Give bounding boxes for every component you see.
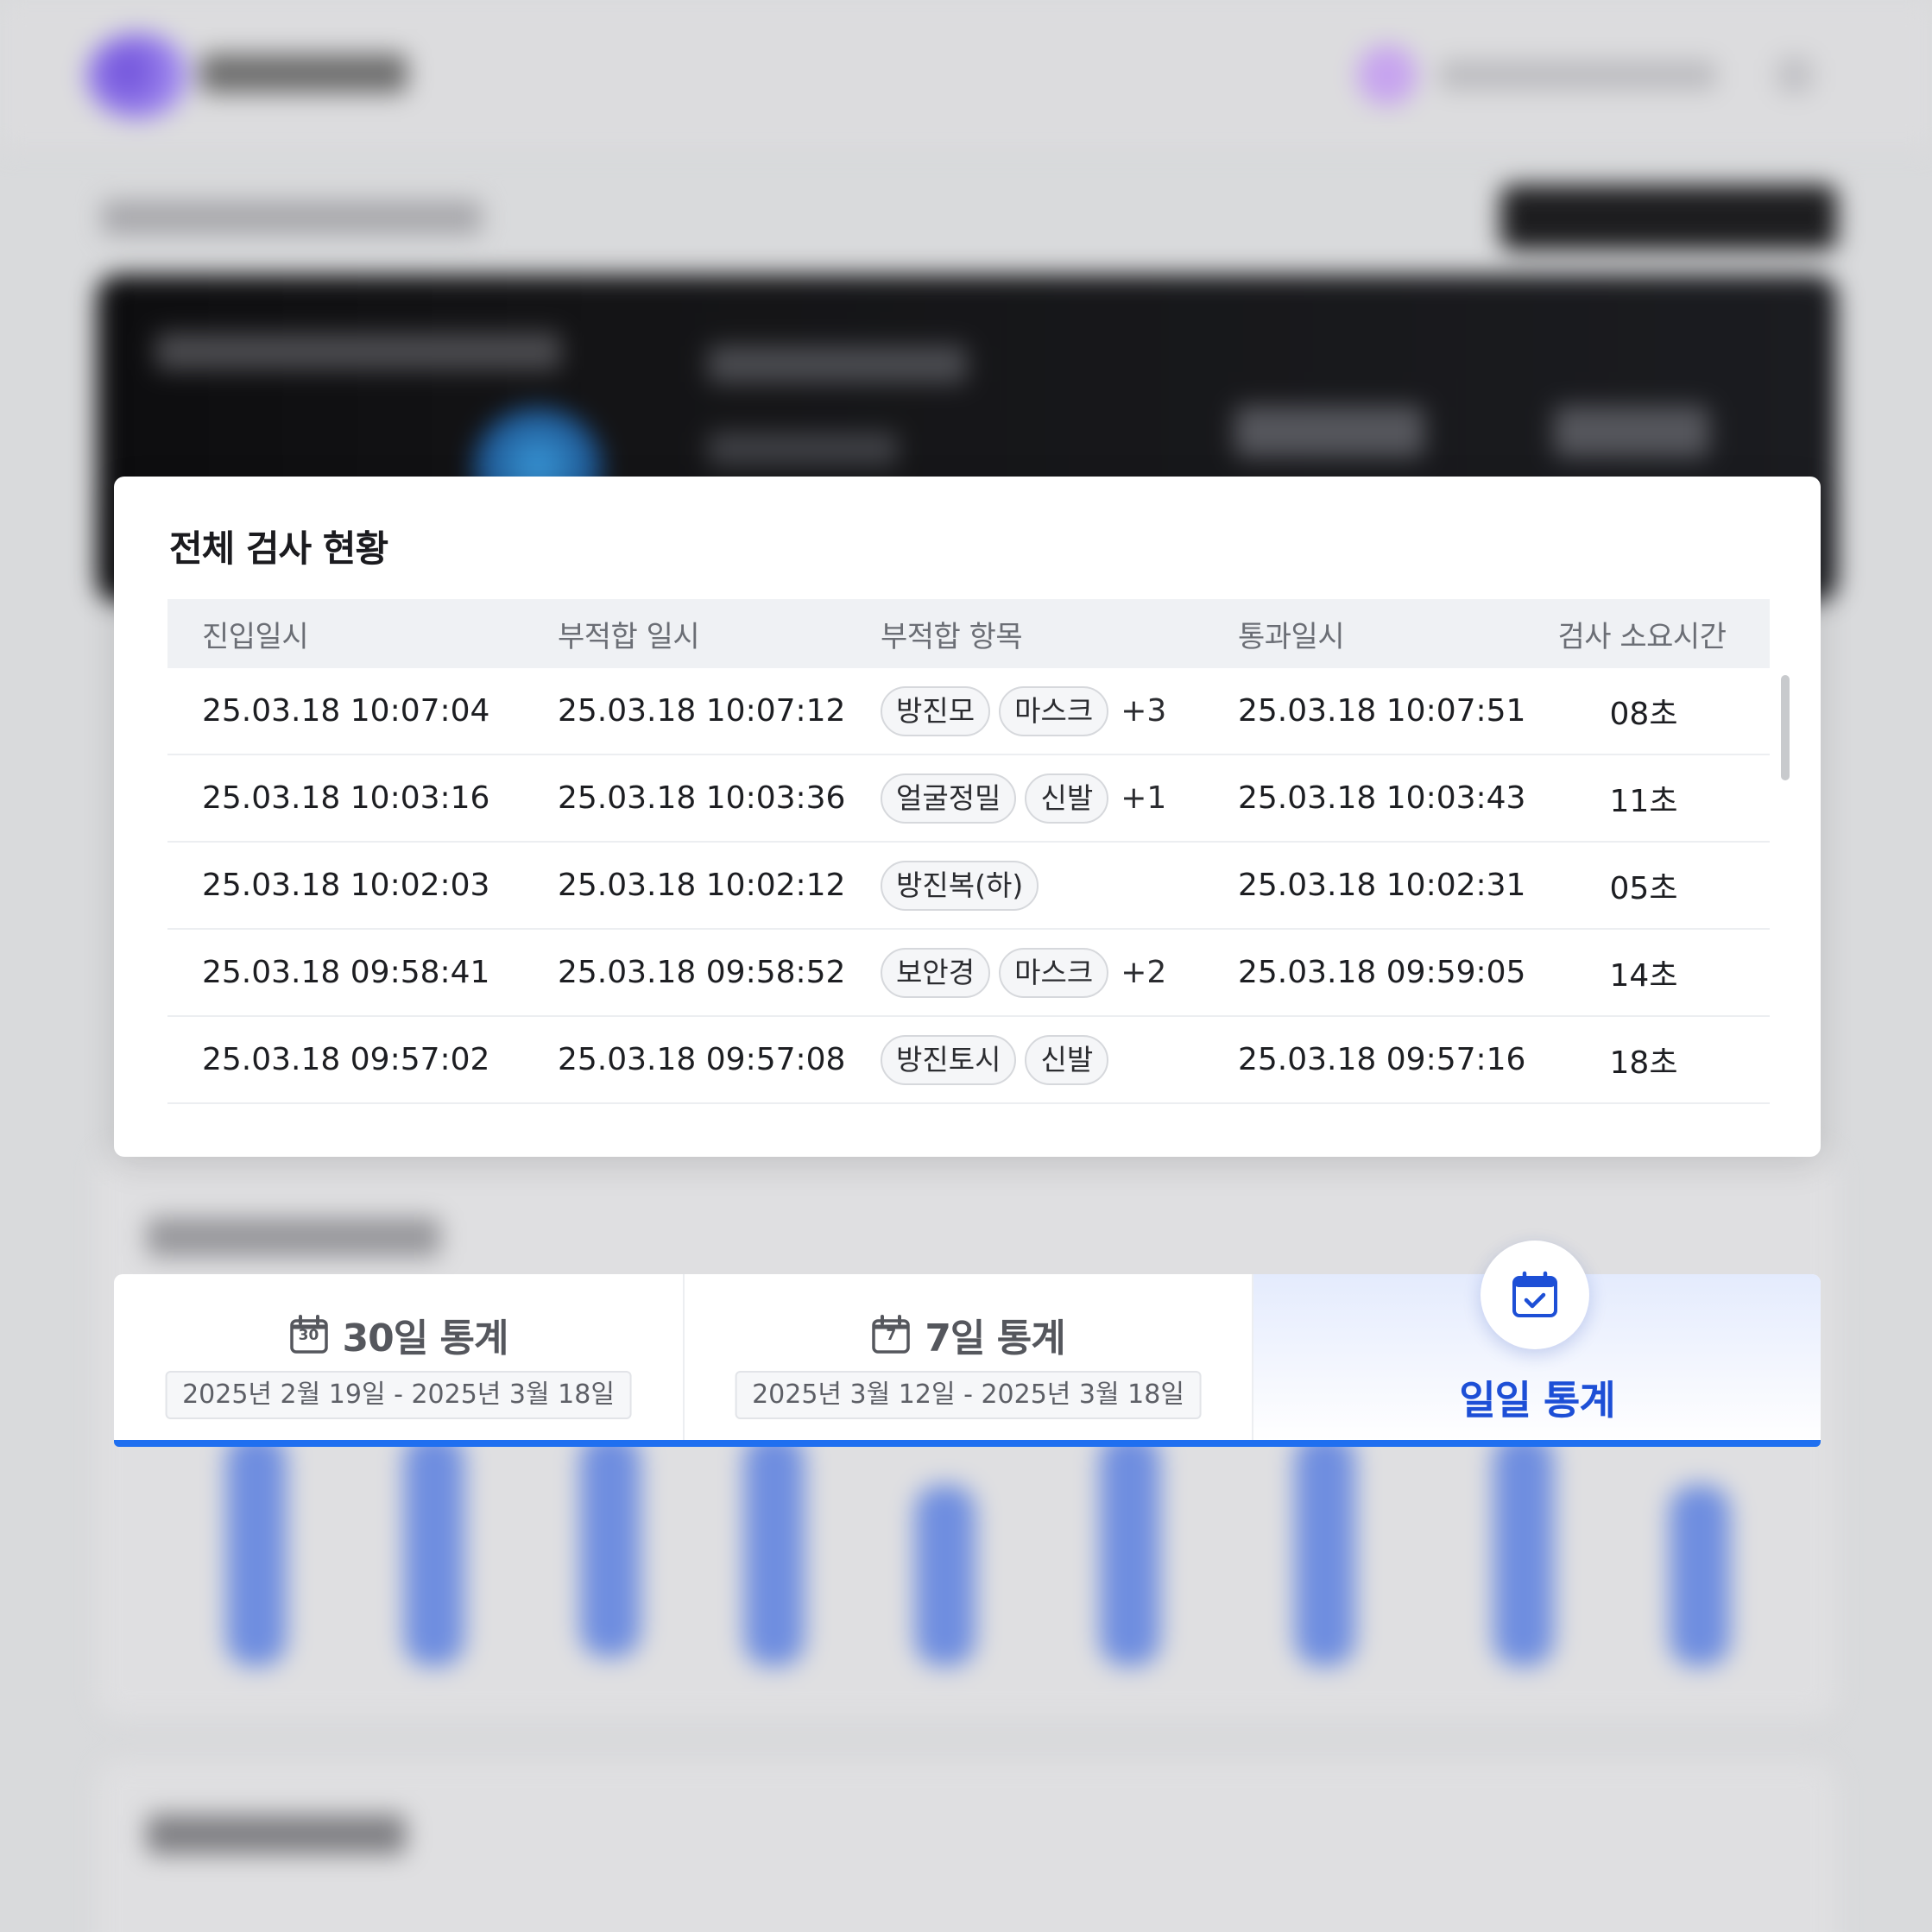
more-items-count[interactable]: +2	[1121, 955, 1166, 990]
fail-item-chip[interactable]: 방진모	[881, 685, 991, 736]
inspection-status-card: 전체 검사 현황 진입일시 부적합 일시 부적합 항목 통과일시 검사 소요시간…	[114, 477, 1821, 1157]
duration: 05초	[1609, 870, 1678, 906]
pass-time: 25.03.18 10:07:51	[1238, 693, 1526, 729]
logo	[86, 33, 190, 119]
pass-time: 25.03.18 09:57:16	[1238, 1042, 1526, 1077]
fail-time: 25.03.18 10:02:12	[558, 868, 846, 903]
logo-text-placeholder	[200, 54, 407, 93]
summary-subtitle-placeholder	[708, 345, 967, 383]
pass-time: 25.03.18 10:03:43	[1238, 780, 1526, 816]
pass-time: 25.03.18 09:59:05	[1238, 955, 1526, 990]
fail-items: 보안경 마스크 +2	[881, 947, 1166, 998]
card-title: 전체 검사 현황	[169, 527, 388, 570]
table-row[interactable]: 25.03.18 10:03:16 25.03.18 10:03:36 얼굴정밀…	[167, 755, 1770, 843]
fail-item-chip[interactable]: 신발	[1025, 1034, 1109, 1085]
duration: 08초	[1609, 696, 1678, 732]
fail-item-chip[interactable]: 얼굴정밀	[881, 773, 1017, 824]
tab-label-active: 일일 통계	[1459, 1377, 1615, 1424]
bottom-card-title-placeholder	[147, 1815, 406, 1854]
entry-time: 25.03.18 10:02:03	[202, 868, 490, 903]
tab-7-day-stats[interactable]: 7 7일 통계 2025년 3월 12일 - 2025년 3월 18일	[683, 1274, 1252, 1442]
fail-items: 방진복(하)	[881, 860, 1039, 911]
duration: 18초	[1609, 1045, 1678, 1081]
summary-stat-placeholder	[1554, 406, 1709, 458]
table-header: 진입일시 부적합 일시 부적합 항목 통과일시 검사 소요시간	[167, 599, 1770, 668]
more-items-count[interactable]: +1	[1121, 780, 1166, 816]
chart-bar	[915, 1485, 975, 1666]
duration: 11초	[1609, 783, 1678, 819]
duration: 14초	[1609, 957, 1678, 994]
fail-item-chip[interactable]: 신발	[1025, 773, 1109, 824]
fail-item-chip[interactable]: 마스크	[999, 947, 1109, 998]
tab-label: 7일 통계	[925, 1316, 1065, 1361]
fail-items: 방진모 마스크 +3	[881, 685, 1166, 736]
fail-items: 방진토시 신발	[881, 1034, 1109, 1085]
table-scrollbar[interactable]	[1781, 675, 1790, 780]
chart-bar	[1295, 1433, 1355, 1666]
summary-subvalue-placeholder	[708, 432, 898, 466]
calendar-icon: 7	[871, 1315, 911, 1354]
chart-bar	[1670, 1485, 1730, 1666]
fail-time: 25.03.18 09:57:08	[558, 1042, 846, 1077]
calendar-icon: 30	[289, 1315, 329, 1354]
table-row[interactable]: 25.03.18 10:07:04 25.03.18 10:07:12 방진모 …	[167, 668, 1770, 755]
fail-time: 25.03.18 09:58:52	[558, 955, 846, 990]
calendar-icon-number: 7	[886, 1327, 897, 1344]
avatar	[1357, 45, 1417, 105]
menu-icon	[1777, 57, 1813, 93]
summary-stat-placeholder	[1234, 406, 1424, 458]
entry-time: 25.03.18 10:03:16	[202, 780, 490, 816]
table-row[interactable]: 25.03.18 09:57:02 25.03.18 09:57:08 방진토시…	[167, 1017, 1770, 1104]
column-header-duration: 검사 소요시간	[1557, 619, 1727, 654]
tab-label: 30일 통계	[342, 1316, 509, 1361]
fail-time: 25.03.18 10:07:12	[558, 693, 846, 729]
fail-items: 얼굴정밀 신발 +1	[881, 773, 1166, 824]
dark-action-button	[1500, 185, 1837, 250]
page-title-placeholder	[102, 200, 482, 235]
date-range-badge: 2025년 2월 19일 - 2025년 3월 18일	[165, 1371, 632, 1419]
chart-bar	[744, 1433, 805, 1666]
column-header-fail-items: 부적합 항목	[881, 619, 1023, 654]
user-name-placeholder	[1440, 60, 1716, 90]
active-tab-underline	[114, 1440, 1821, 1447]
calendar-check-icon	[1481, 1241, 1589, 1349]
chart-bar	[1493, 1433, 1554, 1666]
summary-title-placeholder	[155, 332, 561, 370]
calendar-icon-number: 30	[298, 1327, 319, 1344]
column-header-pass-time: 통과일시	[1238, 619, 1345, 654]
fail-item-chip[interactable]: 마스크	[999, 685, 1109, 736]
fail-item-chip[interactable]: 방진토시	[881, 1034, 1017, 1085]
more-items-count[interactable]: +3	[1121, 693, 1166, 729]
pass-time: 25.03.18 10:02:31	[1238, 868, 1526, 903]
chart-bar	[404, 1433, 464, 1666]
column-header-entry: 진입일시	[202, 619, 309, 654]
date-range-badge: 2025년 3월 12일 - 2025년 3월 18일	[735, 1371, 1202, 1419]
inspection-table: 진입일시 부적합 일시 부적합 항목 통과일시 검사 소요시간 25.03.18…	[167, 599, 1770, 1104]
column-header-fail-time: 부적합 일시	[558, 619, 700, 654]
entry-time: 25.03.18 09:58:41	[202, 955, 490, 990]
chart-bar	[226, 1433, 287, 1666]
tab-30-day-stats[interactable]: 30 30일 통계 2025년 2월 19일 - 2025년 3월 18일	[114, 1274, 683, 1442]
fail-item-chip[interactable]: 방진복(하)	[881, 860, 1039, 911]
chart-bar	[1100, 1433, 1160, 1666]
table-row[interactable]: 25.03.18 09:58:41 25.03.18 09:58:52 보안경 …	[167, 930, 1770, 1017]
table-row[interactable]: 25.03.18 10:02:03 25.03.18 10:02:12 방진복(…	[167, 843, 1770, 930]
entry-time: 25.03.18 09:57:02	[202, 1042, 490, 1077]
entry-time: 25.03.18 10:07:04	[202, 693, 490, 729]
chart-title-placeholder	[147, 1217, 440, 1257]
chart-bar	[580, 1433, 641, 1657]
fail-time: 25.03.18 10:03:36	[558, 780, 846, 816]
fail-item-chip[interactable]: 보안경	[881, 947, 991, 998]
